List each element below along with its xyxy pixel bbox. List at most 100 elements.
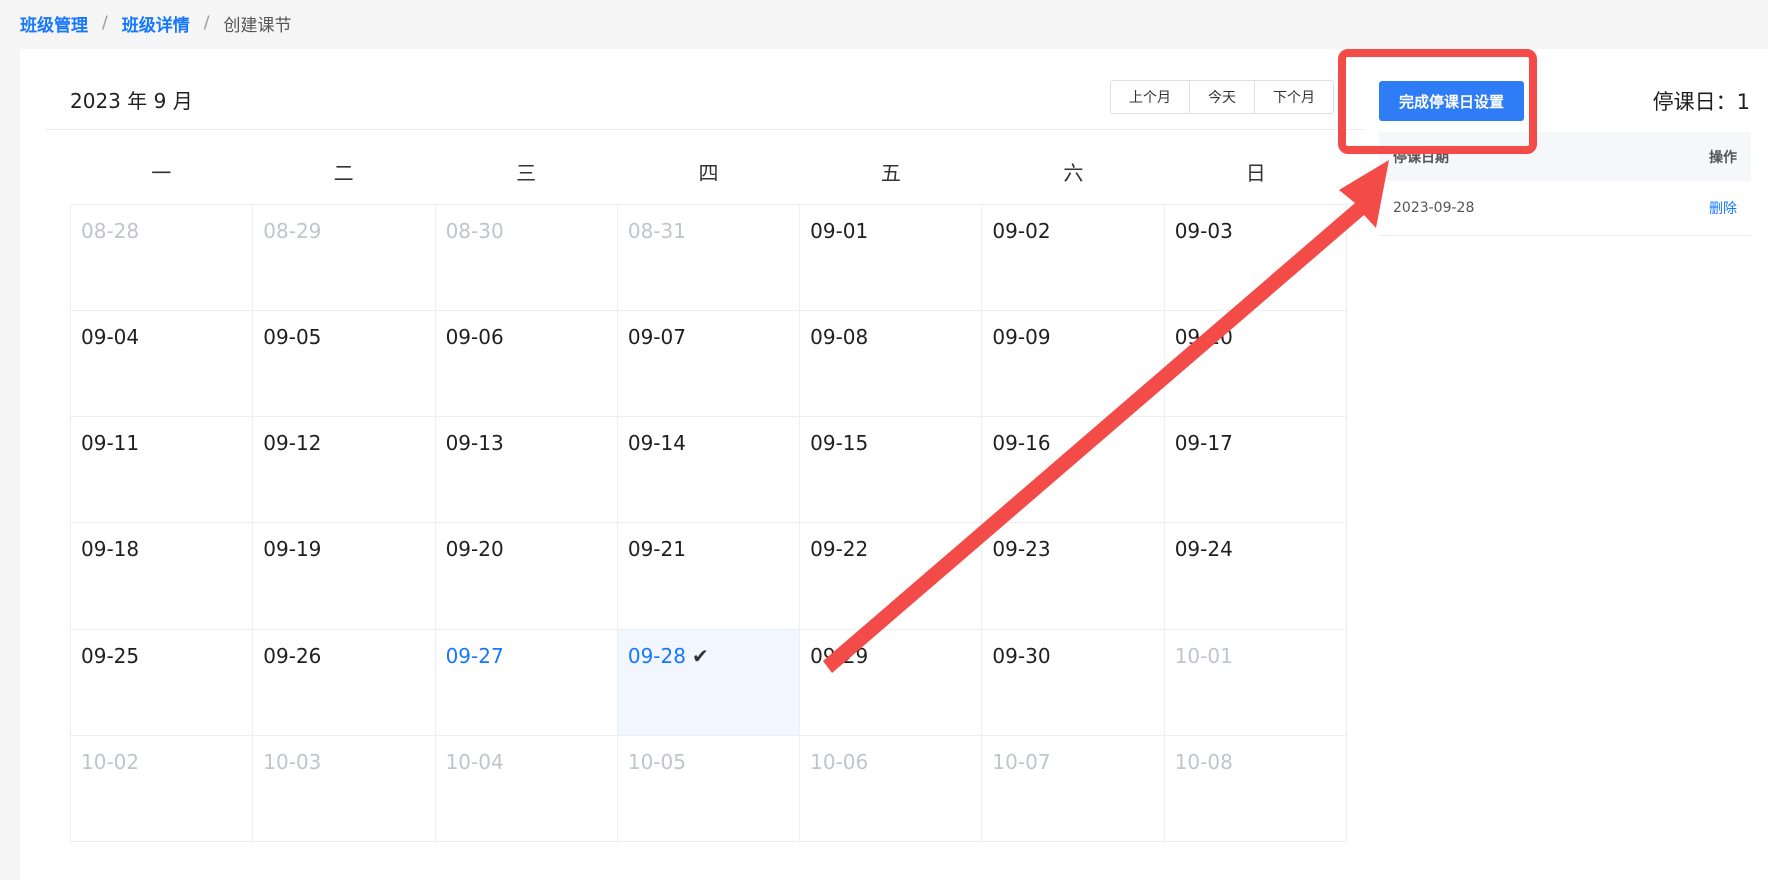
calendar-day-label: 09-15 (810, 431, 869, 456)
calendar-day-cell[interactable]: 09-28 ✔ (617, 629, 801, 736)
calendar-day-label: 09-14 (627, 431, 686, 456)
calendar-day-cell[interactable]: 09-26 (253, 629, 436, 736)
column-header-action: 操作 (1709, 149, 1737, 166)
breadcrumb-create-lesson: 创建课节 (223, 15, 292, 36)
calendar-day-label: 09-09 (992, 325, 1051, 350)
column-header-stop-date: 停课日期 (1393, 149, 1449, 166)
calendar-day-label: 09-26 (263, 643, 322, 668)
calendar-day-cell[interactable]: 10-08 (1164, 735, 1347, 842)
calendar-day-cell[interactable]: 09-01 (800, 205, 983, 312)
calendar-day-cell[interactable]: 10-05 (617, 735, 801, 842)
finish-stop-days-button[interactable]: 完成停课日设置 (1379, 81, 1524, 121)
calendar-day-label: 09-30 (992, 643, 1051, 668)
calendar-day-label: 09-17 (1174, 431, 1233, 456)
calendar-day-cell[interactable]: 09-20 (435, 523, 618, 630)
calendar-day-cell[interactable]: 09-19 (253, 523, 436, 630)
calendar-day-cell[interactable]: 09-21 (617, 523, 801, 630)
calendar-day-cell[interactable]: 09-23 (982, 523, 1165, 630)
stop-day-count: 停课日：1 (1652, 90, 1750, 114)
calendar-day-cell[interactable]: 09-18 (71, 523, 254, 630)
calendar-day-cell[interactable]: 09-24 (1164, 523, 1347, 630)
calendar-day-cell[interactable]: 09-16 (982, 417, 1165, 524)
calendar-day-cell[interactable]: 10-02 (71, 735, 254, 842)
calendar-day-label: 10-03 (263, 749, 322, 774)
calendar-day-label: 09-25 (81, 643, 140, 668)
breadcrumb-class-detail[interactable]: 班级详情 (122, 11, 190, 36)
calendar-day-cell[interactable]: 09-15 (800, 417, 983, 524)
next-month-button[interactable]: 下个月 (1255, 81, 1333, 113)
calendar-day-cell[interactable]: 08-28 (71, 205, 254, 312)
calendar-title: 2023 年 9 月 (70, 89, 193, 113)
calendar-day-label: 10-08 (1174, 749, 1233, 774)
month-navigation: 上个月 今天 下个月 (1110, 80, 1334, 114)
calendar-day-cell[interactable]: 09-04 (71, 311, 254, 418)
calendar-day-label: 09-04 (81, 325, 140, 350)
calendar-day-label: 10-04 (445, 749, 504, 774)
calendar-day-label: 09-02 (992, 219, 1051, 243)
calendar-day-cell[interactable]: 10-01 (1164, 629, 1347, 736)
breadcrumb: 班级管理 / 班级详情 / 创建课节 (20, 9, 291, 37)
calendar-day-cell[interactable]: 10-03 (253, 735, 436, 842)
table-row: 2023-09-28 删除 (1379, 181, 1751, 236)
calendar-day-label: 09-06 (445, 325, 504, 350)
calendar-day-label: 10-01 (1174, 643, 1233, 668)
calendar-day-cell[interactable]: 09-10 (1164, 311, 1347, 418)
calendar-day-cell[interactable]: 09-09 (982, 311, 1165, 418)
prev-month-button[interactable]: 上个月 (1111, 81, 1190, 113)
calendar-header-divider (45, 129, 1365, 130)
calendar-grid: 08-28 08-29 08-30 08-31 09-01 09-02 09-03 09-04… (70, 204, 1347, 842)
calendar-day-cell[interactable]: 08-30 (435, 205, 618, 312)
calendar-day-label: 09-22 (810, 537, 869, 562)
breadcrumb-separator: / (102, 13, 108, 33)
calendar-day-cell[interactable]: 09-25 (71, 629, 254, 736)
weekday-label: 六 (1063, 161, 1084, 185)
stop-days-table: 停课日期 操作 2023-09-28 删除 (1379, 132, 1751, 236)
calendar-day-cell[interactable]: 09-07 (617, 311, 801, 418)
calendar-day-cell[interactable]: 09-05 (253, 311, 436, 418)
calendar-day-label: 09-20 (445, 537, 504, 562)
calendar-day-label: 09-29 (810, 643, 869, 668)
calendar-day-cell[interactable]: 09-22 (800, 523, 983, 630)
stop-days-table-header: 停课日期 操作 (1379, 132, 1751, 181)
calendar-day-cell[interactable]: 09-27 (435, 629, 618, 736)
calendar-day-cell[interactable]: 09-03 (1164, 205, 1347, 312)
calendar-day-label: 09-01 (810, 219, 869, 243)
calendar-day-cell[interactable]: 09-30 (982, 629, 1165, 736)
breadcrumb-class-management[interactable]: 班级管理 (20, 11, 88, 36)
stop-date-cell: 2023-09-28 (1393, 200, 1475, 216)
weekday-label: 一 (151, 161, 172, 185)
calendar-day-cell[interactable]: 09-06 (435, 311, 618, 418)
weekday-label: 三 (516, 161, 537, 185)
calendar-day-label: 09-28 (627, 643, 686, 668)
calendar-day-label: 08-30 (445, 219, 504, 243)
calendar-day-cell[interactable]: 10-07 (982, 735, 1165, 842)
calendar-day-cell[interactable]: 09-02 (982, 205, 1165, 312)
calendar-day-cell[interactable]: 08-29 (253, 205, 436, 312)
calendar-day-cell[interactable]: 08-31 (617, 205, 801, 312)
calendar-day-cell[interactable]: 09-08 (800, 311, 983, 418)
calendar-day-cell[interactable]: 09-29 (800, 629, 983, 736)
calendar-day-cell[interactable]: 09-12 (253, 417, 436, 524)
calendar-day-label: 09-10 (1174, 325, 1233, 350)
calendar-day-label: 09-11 (81, 431, 140, 456)
calendar-day-cell[interactable]: 09-11 (71, 417, 254, 524)
calendar-day-cell[interactable]: 09-17 (1164, 417, 1347, 524)
calendar-day-label: 09-21 (627, 537, 686, 562)
calendar-day-label: 09-27 (445, 643, 504, 668)
calendar-day-cell[interactable]: 10-04 (435, 735, 618, 842)
calendar-day-cell[interactable]: 10-06 (800, 735, 983, 842)
calendar-day-label: 09-12 (263, 431, 322, 456)
calendar-day-label: 08-29 (263, 219, 322, 243)
weekday-label: 四 (698, 161, 719, 185)
calendar-day-cell[interactable]: 09-13 (435, 417, 618, 524)
weekday-label: 二 (333, 161, 354, 185)
calendar-day-label: 08-31 (627, 219, 686, 243)
check-icon: ✔ (691, 643, 709, 668)
delete-link[interactable]: 删除 (1709, 198, 1737, 218)
calendar-day-label: 10-05 (627, 749, 686, 774)
today-button[interactable]: 今天 (1190, 81, 1255, 113)
calendar-day-label: 09-23 (992, 537, 1051, 562)
calendar-day-cell[interactable]: 09-14 (617, 417, 801, 524)
calendar-day-label: 09-13 (445, 431, 504, 456)
calendar-day-label: 09-16 (992, 431, 1051, 456)
